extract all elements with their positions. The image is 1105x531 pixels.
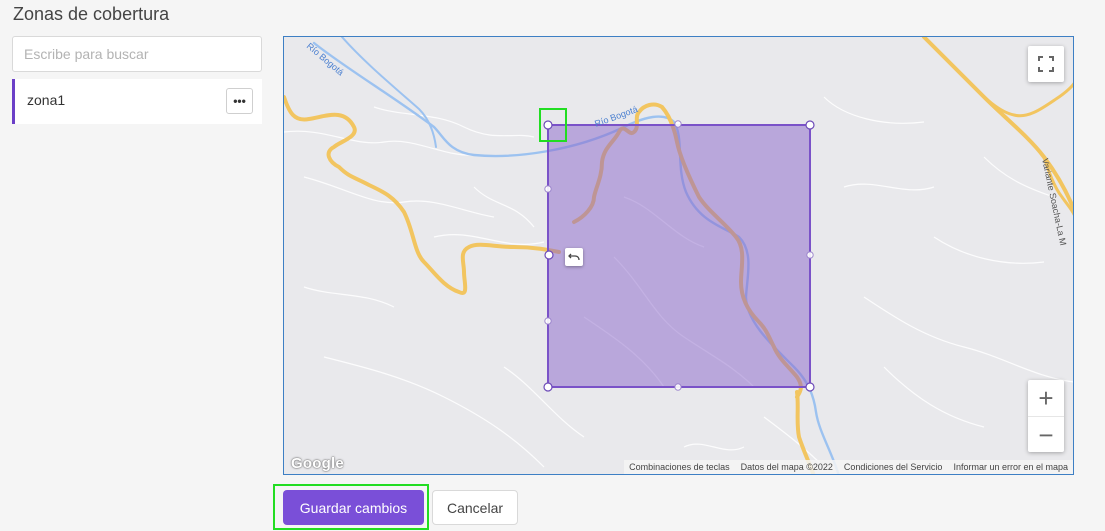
zone-list-item[interactable]: zona1 ••• bbox=[12, 79, 262, 124]
keyboard-shortcuts-link[interactable]: Combinaciones de teclas bbox=[629, 462, 730, 472]
map-view[interactable]: Río Bogotá Río Bogotá Variante Soacha-La… bbox=[283, 36, 1074, 475]
report-error-link[interactable]: Informar un error en el mapa bbox=[953, 462, 1068, 472]
river-label-upper: Río Bogotá bbox=[305, 41, 346, 78]
map-data-text: Datos del mapa ©2022 bbox=[740, 462, 833, 472]
terms-link[interactable]: Condiciones del Servicio bbox=[844, 462, 943, 472]
page-title: Zonas de cobertura bbox=[13, 4, 170, 24]
search-input[interactable] bbox=[12, 36, 262, 72]
cancel-button[interactable]: Cancelar bbox=[432, 490, 518, 525]
map-canvas[interactable]: Río Bogotá Río Bogotá Variante Soacha-La… bbox=[284, 37, 1074, 475]
zoom-out-button[interactable]: − bbox=[1028, 416, 1064, 452]
undo-icon bbox=[568, 253, 580, 261]
zone-options-button[interactable]: ••• bbox=[226, 88, 253, 114]
zoom-control: + − bbox=[1028, 380, 1064, 452]
map-attribution-bar: Combinaciones de teclas Datos del mapa ©… bbox=[624, 460, 1073, 474]
zone-name: zona1 bbox=[27, 92, 66, 108]
zoom-in-button[interactable]: + bbox=[1028, 380, 1064, 416]
ellipsis-icon: ••• bbox=[233, 94, 246, 108]
undo-button[interactable] bbox=[565, 248, 583, 266]
save-button[interactable]: Guardar cambios bbox=[283, 490, 424, 525]
fullscreen-button[interactable] bbox=[1028, 46, 1064, 82]
coverage-polygon[interactable] bbox=[543, 120, 815, 392]
fullscreen-icon bbox=[1038, 56, 1054, 72]
google-logo: Google bbox=[291, 455, 344, 472]
